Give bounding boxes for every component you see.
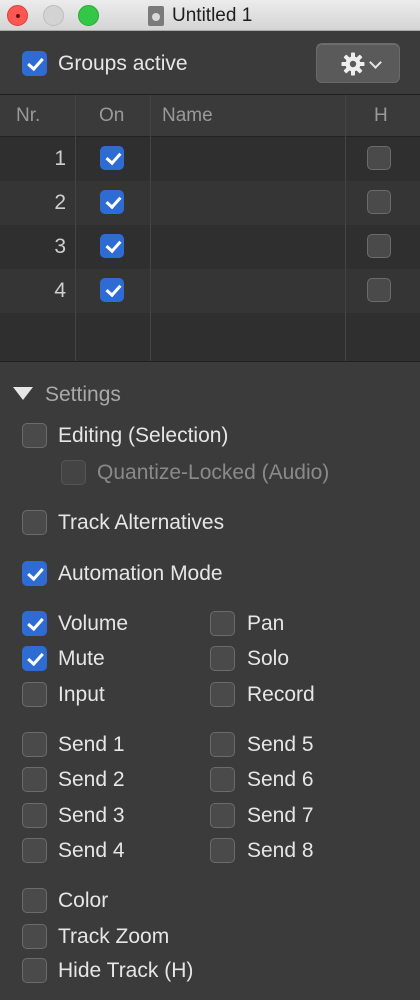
- group-settings-menu-button[interactable]: [316, 43, 400, 83]
- record-label: Record: [247, 683, 315, 706]
- settings-section-title[interactable]: Settings: [45, 382, 121, 408]
- groups-table[interactable]: Nr. On Name H 1 2 3 4: [0, 94, 420, 362]
- send-3-label: Send 3: [58, 804, 125, 827]
- send-7-checkbox[interactable]: [210, 803, 235, 828]
- pan-label: Pan: [247, 612, 285, 635]
- group-number: 1: [54, 147, 66, 170]
- column-header-name[interactable]: Name: [162, 103, 213, 129]
- solo-label: Solo: [247, 647, 290, 670]
- table-row-empty: [0, 313, 420, 357]
- quantize-locked-checkbox[interactable]: [61, 460, 86, 485]
- column-header-on[interactable]: On: [99, 103, 124, 129]
- solo-checkbox[interactable]: [210, 646, 235, 671]
- send-5-checkbox[interactable]: [210, 732, 235, 757]
- track-alternatives-checkbox[interactable]: [22, 510, 47, 535]
- volume-checkbox[interactable]: [22, 611, 47, 636]
- hide-track-checkbox[interactable]: [22, 958, 47, 983]
- send-2-label: Send 2: [58, 768, 125, 791]
- editing-selection-label: Editing (Selection): [58, 424, 229, 447]
- mute-label: Mute: [58, 647, 105, 670]
- column-header-h[interactable]: H: [374, 103, 388, 129]
- editing-selection-checkbox[interactable]: [22, 423, 47, 448]
- window-title-text: Untitled 1: [172, 5, 253, 26]
- group-number: 3: [54, 235, 66, 258]
- track-zoom-label: Track Zoom: [58, 925, 170, 948]
- send-8-label: Send 8: [247, 839, 314, 862]
- track-alternatives-label: Track Alternatives: [58, 511, 225, 534]
- settings-disclosure-triangle-icon[interactable]: [13, 387, 33, 400]
- color-checkbox[interactable]: [22, 888, 47, 913]
- groups-active-checkbox[interactable]: [22, 51, 47, 76]
- gear-icon: [341, 52, 365, 76]
- send-5-label: Send 5: [247, 733, 314, 756]
- column-header-nr[interactable]: Nr.: [16, 103, 40, 129]
- send-1-checkbox[interactable]: [22, 732, 47, 757]
- column-divider: [150, 95, 151, 361]
- groups-window: Untitled 1 Groups active Nr. On Name H 1…: [0, 0, 420, 1000]
- window-title: Untitled 1: [148, 4, 252, 28]
- group-number: 2: [54, 191, 66, 214]
- table-header: Nr. On Name H: [0, 95, 420, 137]
- automation-mode-label: Automation Mode: [58, 562, 223, 585]
- chevron-down-icon: [369, 56, 382, 69]
- zoom-button[interactable]: [78, 5, 99, 26]
- group-on-checkbox[interactable]: [100, 190, 124, 214]
- send-7-label: Send 7: [247, 804, 314, 827]
- group-on-checkbox[interactable]: [100, 234, 124, 258]
- send-2-checkbox[interactable]: [22, 767, 47, 792]
- table-row[interactable]: 3: [0, 225, 420, 269]
- groups-active-label: Groups active: [58, 52, 188, 75]
- group-hide-checkbox[interactable]: [367, 190, 391, 214]
- volume-label: Volume: [58, 612, 129, 635]
- group-hide-checkbox[interactable]: [367, 278, 391, 302]
- send-3-checkbox[interactable]: [22, 803, 47, 828]
- send-8-checkbox[interactable]: [210, 838, 235, 863]
- close-button[interactable]: [7, 5, 28, 26]
- group-on-checkbox[interactable]: [100, 278, 124, 302]
- minimize-button[interactable]: [43, 5, 64, 26]
- column-divider: [345, 95, 346, 361]
- group-on-checkbox[interactable]: [100, 146, 124, 170]
- color-label: Color: [58, 889, 109, 912]
- document-icon: [148, 6, 164, 26]
- group-hide-checkbox[interactable]: [367, 146, 391, 170]
- automation-mode-checkbox[interactable]: [22, 561, 47, 586]
- record-checkbox[interactable]: [210, 682, 235, 707]
- quantize-locked-label: Quantize-Locked (Audio): [97, 461, 330, 484]
- pan-checkbox[interactable]: [210, 611, 235, 636]
- group-hide-checkbox[interactable]: [367, 234, 391, 258]
- input-label: Input: [58, 683, 105, 706]
- input-checkbox[interactable]: [22, 682, 47, 707]
- send-1-label: Send 1: [58, 733, 125, 756]
- send-6-checkbox[interactable]: [210, 767, 235, 792]
- title-bar[interactable]: Untitled 1: [0, 0, 420, 31]
- column-divider: [75, 95, 76, 361]
- table-row[interactable]: 2: [0, 181, 420, 225]
- track-zoom-checkbox[interactable]: [22, 924, 47, 949]
- send-4-checkbox[interactable]: [22, 838, 47, 863]
- group-number: 4: [54, 279, 66, 302]
- send-6-label: Send 6: [247, 768, 314, 791]
- table-row[interactable]: 4: [0, 269, 420, 313]
- hide-track-label: Hide Track (H): [58, 959, 194, 982]
- table-row[interactable]: 1: [0, 137, 420, 181]
- send-4-label: Send 4: [58, 839, 125, 862]
- mute-checkbox[interactable]: [22, 646, 47, 671]
